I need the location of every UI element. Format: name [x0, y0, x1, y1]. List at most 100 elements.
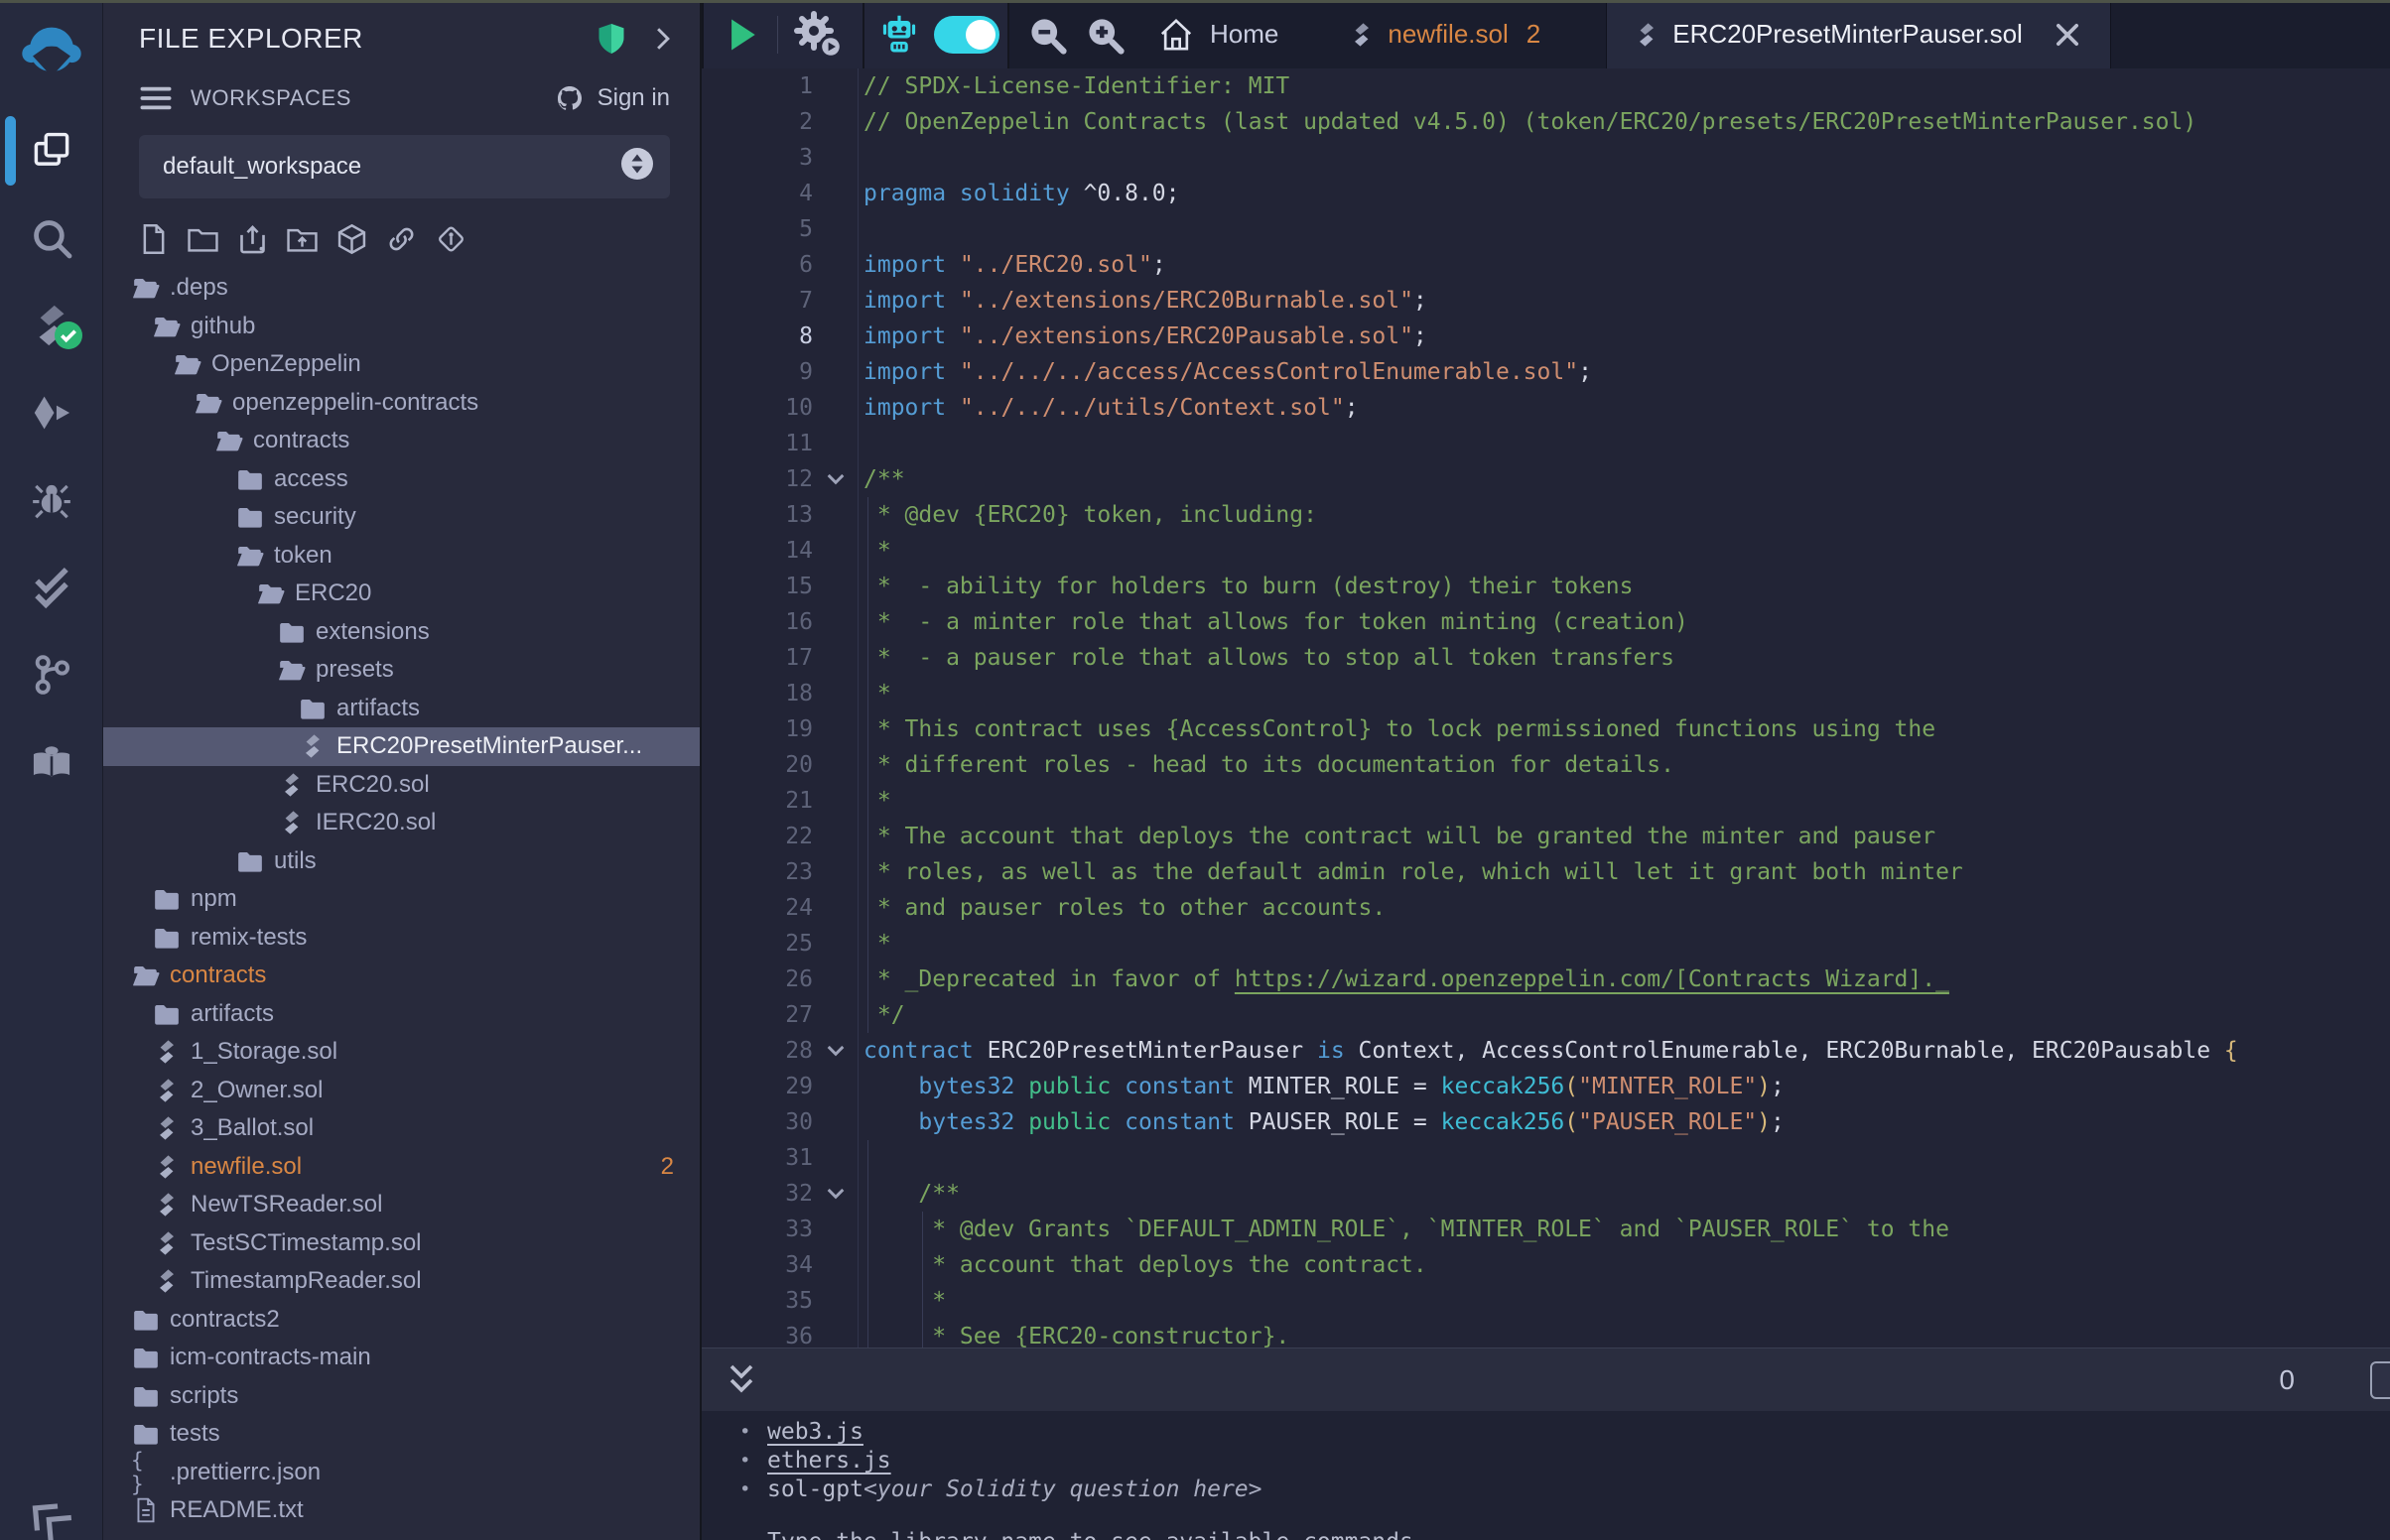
sign-in-button[interactable]: Sign in [598, 84, 670, 112]
tree-item-extensions[interactable]: extensions [103, 613, 700, 652]
activity-item-file-explorer[interactable] [0, 107, 103, 194]
activity-item-solidity-compiler[interactable] [0, 282, 103, 369]
code-line: 30 bytes32 public constant PAUSER_ROLE =… [702, 1104, 2390, 1140]
github-icon[interactable] [554, 82, 586, 114]
tree-item-erc20presetminterpauser-[interactable]: ERC20PresetMinterPauser... [103, 727, 700, 766]
tree-item-newtsreader-sol[interactable]: NewTSReader.sol [103, 1186, 700, 1224]
tab-erc20presetminterpauser-sol[interactable]: ERC20PresetMinterPauser.sol [1606, 0, 2111, 68]
tree-item-contracts[interactable]: contracts [103, 422, 700, 460]
fold-gutter [813, 1247, 859, 1283]
close-tab-icon[interactable] [2053, 20, 2082, 50]
explorer-toolbar [103, 198, 700, 261]
activity-item-search[interactable] [0, 194, 103, 282]
json-icon: { } [131, 1459, 161, 1486]
explorer-header: FILE EXPLORER [103, 10, 700, 67]
code-line: 6import "../ERC20.sol"; [702, 247, 2390, 283]
activity-item-plugin-manager[interactable] [0, 718, 103, 806]
tree-item-ierc20-sol[interactable]: IERC20.sol [103, 804, 700, 842]
code-line: 22 * The account that deploys the contra… [702, 819, 2390, 854]
indent-guide [922, 1247, 923, 1283]
new-folder-icon[interactable] [187, 222, 219, 255]
workspace-selected-value: default_workspace [163, 153, 361, 181]
tab-home[interactable]: Home [1156, 0, 1278, 68]
code-editor[interactable]: 1// SPDX-License-Identifier: MIT2// Open… [702, 68, 2390, 1348]
hamburger-menu-icon[interactable] [139, 84, 173, 112]
link-icon[interactable] [385, 222, 418, 255]
tree-item-tests[interactable]: tests [103, 1415, 700, 1454]
tree-item-remix-tests[interactable]: remix-tests [103, 919, 700, 958]
tree-item-label: README.txt [170, 1496, 304, 1524]
tree-item--prettierrc-json[interactable]: { }.prettierrc.json [103, 1454, 700, 1492]
tree-item-scripts[interactable]: scripts [103, 1377, 700, 1416]
upload-folder-icon[interactable] [286, 222, 319, 255]
line-number: 11 [702, 426, 813, 461]
indent-guide [867, 711, 868, 747]
search-icon [28, 214, 75, 262]
tree-item-token[interactable]: token [103, 537, 700, 576]
fold-gutter [813, 604, 859, 640]
tree-item-icm-contracts-main[interactable]: icm-contracts-main [103, 1339, 700, 1377]
tree-item-readme-txt[interactable]: README.txt [103, 1491, 700, 1530]
run-script-button[interactable] [724, 15, 761, 55]
code-line: 7import "../extensions/ERC20Burnable.sol… [702, 283, 2390, 319]
run-group [702, 0, 864, 68]
activity-item-unit-testing[interactable] [0, 544, 103, 631]
tab-newfile-sol[interactable]: newfile.sol2 [1326, 0, 1564, 68]
tree-item-newfile-sol[interactable]: newfile.sol2 [103, 1148, 700, 1187]
tree-item-access[interactable]: access [103, 460, 700, 499]
tree-item-testsctimestamp-sol[interactable]: TestSCTimestamp.sol [103, 1224, 700, 1263]
workspace-select[interactable]: default_workspace [139, 135, 670, 198]
tree-item-timestampreader-sol[interactable]: TimestampReader.sol [103, 1262, 700, 1301]
tree-item-security[interactable]: security [103, 498, 700, 537]
tree-item-2-owner-sol[interactable]: 2_Owner.sol [103, 1072, 700, 1110]
script-config-gear-icon[interactable] [790, 9, 846, 61]
chevron-right-icon[interactable] [652, 26, 674, 52]
terminal-expand-chevrons-icon[interactable] [724, 1360, 759, 1400]
tree-item-npm[interactable]: npm [103, 880, 700, 919]
upload-file-icon[interactable] [236, 222, 269, 255]
tree-item-erc20[interactable]: ERC20 [103, 575, 700, 613]
fold-chevron-icon[interactable] [813, 1176, 859, 1212]
tree-item-contracts[interactable]: contracts [103, 957, 700, 995]
tree-item-3-ballot-sol[interactable]: 3_Ballot.sol [103, 1109, 700, 1148]
terminal-search-box-partial[interactable] [2370, 1361, 2390, 1399]
solidity-file-icon [152, 1038, 182, 1066]
remix-logo-icon[interactable] [0, 0, 102, 107]
code-line: 27 */ [702, 997, 2390, 1033]
tree-item-presets[interactable]: presets [103, 651, 700, 690]
tree-item--deps[interactable]: .deps [103, 269, 700, 308]
tree-item-erc20-sol[interactable]: ERC20.sol [103, 766, 700, 805]
activity-item-deploy-run[interactable] [0, 369, 103, 456]
line-number: 28 [702, 1033, 813, 1069]
tree-item-artifacts[interactable]: artifacts [103, 995, 700, 1034]
fold-chevron-icon[interactable] [813, 1033, 859, 1069]
tree-item-artifacts[interactable]: artifacts [103, 690, 700, 728]
terminal-link[interactable]: web3.js [767, 1418, 863, 1447]
folder-icon [131, 1306, 161, 1334]
tree-item-1-storage-sol[interactable]: 1_Storage.sol [103, 1033, 700, 1072]
terminal-link[interactable]: ethers.js [767, 1447, 891, 1476]
tree-item-github[interactable]: github [103, 308, 700, 346]
collapse-panel-icon[interactable] [22, 1499, 73, 1540]
zoom-in-icon[interactable] [1083, 13, 1127, 57]
fold-chevron-icon[interactable] [813, 461, 859, 497]
solidity-file-icon [277, 771, 307, 799]
code-line-text: * - a minter role that allows for token … [859, 604, 2390, 640]
ai-copilot-toggle[interactable] [934, 16, 999, 54]
workspaces-row: WORKSPACES Sign in [103, 75, 700, 121]
shield-icon[interactable] [597, 22, 626, 56]
tree-item-openzeppelin-contracts[interactable]: openzeppelin-contracts [103, 384, 700, 423]
tree-item-label: npm [191, 885, 237, 913]
activity-item-git[interactable] [0, 631, 103, 718]
zoom-out-icon[interactable] [1025, 13, 1069, 57]
code-line: 31 [702, 1140, 2390, 1176]
cube-icon[interactable] [335, 222, 368, 255]
tree-item-openzeppelin[interactable]: OpenZeppelin [103, 345, 700, 384]
tree-item-utils[interactable]: utils [103, 842, 700, 881]
tree-item-contracts2[interactable]: contracts2 [103, 1301, 700, 1340]
activity-item-debugger[interactable] [0, 456, 103, 544]
ai-robot-icon[interactable] [878, 12, 920, 58]
git-clone-icon[interactable] [435, 222, 467, 255]
code-line: 20 * different roles - head to its docum… [702, 747, 2390, 783]
new-file-icon[interactable] [137, 222, 170, 255]
